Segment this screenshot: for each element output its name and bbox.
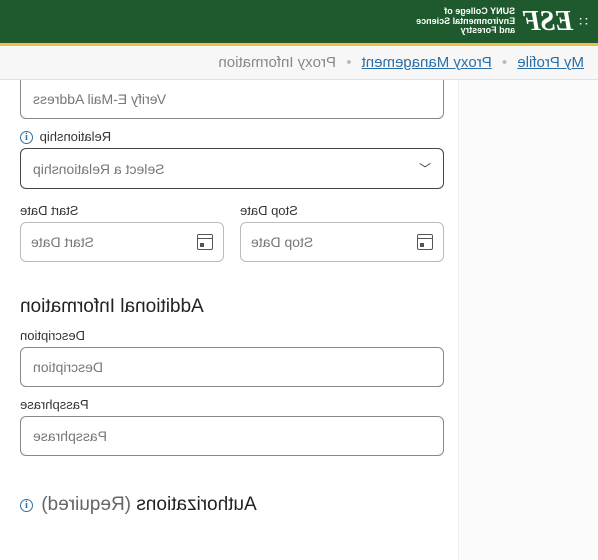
stop-date-label: Stop Date	[240, 203, 444, 218]
info-icon[interactable]: i	[20, 499, 33, 512]
description-label: Description	[20, 328, 444, 343]
passphrase-field[interactable]: Passphrase	[20, 416, 444, 456]
breadcrumb-proxy-management[interactable]: Proxy Management	[362, 54, 492, 71]
verify-email-field[interactable]: Verify E-Mail Address	[20, 80, 444, 119]
calendar-icon	[417, 234, 433, 250]
additional-info-heading: Additional Information	[20, 296, 444, 318]
breadcrumb-current: Proxy Information	[218, 54, 336, 71]
logo-subtitle: SUNY College of Environmental Science an…	[416, 7, 515, 37]
calendar-icon	[197, 234, 213, 250]
stop-date-field[interactable]: Stop Date	[240, 222, 444, 262]
chevron-down-icon: ﹀	[419, 160, 431, 177]
info-icon[interactable]: i	[20, 131, 33, 144]
breadcrumb-my-profile[interactable]: My Profile	[517, 54, 584, 71]
passphrase-label: Passphrase	[20, 397, 444, 412]
start-date-label: Start Date	[20, 203, 224, 218]
left-panel	[458, 80, 598, 560]
main-content: Verify E-Mail Address Relationship i ﹀ S…	[0, 80, 458, 560]
authorizations-heading: Authorizations (Required) i	[20, 494, 444, 516]
description-field[interactable]: Description	[20, 347, 444, 387]
relationship-select[interactable]: ﹀ Select a Relationship	[20, 148, 444, 189]
start-date-field[interactable]: Start Date	[20, 222, 224, 262]
breadcrumb: My Profile • Proxy Management • Proxy In…	[0, 46, 598, 80]
menu-dots-icon[interactable]: ∷	[581, 13, 588, 30]
app-header: ∷ ESF SUNY College of Environmental Scie…	[0, 0, 598, 46]
logo: ESF	[523, 6, 573, 38]
relationship-label: Relationship i	[20, 129, 444, 144]
